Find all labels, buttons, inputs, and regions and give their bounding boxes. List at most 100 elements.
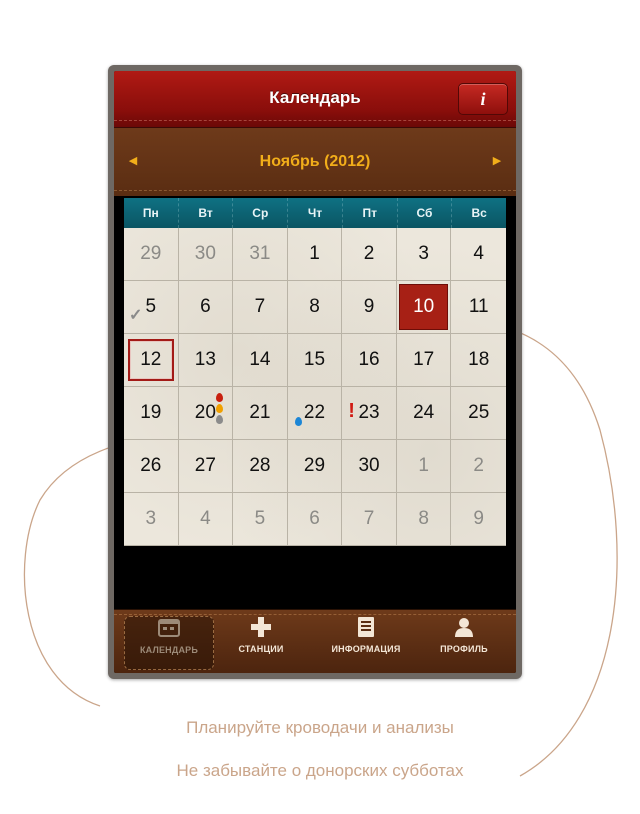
- day-number: 8: [309, 296, 320, 317]
- weekday-label: Сб: [398, 198, 453, 228]
- day-number: 16: [358, 349, 380, 370]
- day-cell[interactable]: 1: [287, 228, 343, 281]
- day-number: 1: [309, 243, 320, 264]
- day-number: 26: [140, 455, 162, 476]
- day-cell[interactable]: 20: [178, 387, 234, 440]
- day-number: 15: [303, 349, 326, 370]
- weekday-label: Чт: [288, 198, 343, 228]
- day-cell[interactable]: 14: [233, 334, 288, 387]
- day-cell[interactable]: 24: [396, 387, 452, 440]
- day-cell[interactable]: 4: [451, 228, 506, 281]
- day-number: 11: [468, 296, 489, 317]
- caption-line-1: Планируйте кроводачи и анализы: [186, 718, 454, 737]
- tab-label: ПРОФИЛЬ: [440, 644, 488, 654]
- day-cell[interactable]: 16: [342, 334, 397, 387]
- selected-day-cell[interactable]: 10: [396, 281, 452, 334]
- month-navigator: ◀ Ноябрь (2012) ▶: [114, 128, 516, 196]
- tab-information[interactable]: ИНФОРМАЦИЯ: [320, 616, 412, 668]
- weekday-header: Пн Вт Ср Чт Пт Сб Вс: [124, 198, 506, 228]
- day-number: 30: [194, 243, 216, 264]
- day-number: 20: [194, 402, 216, 423]
- day-number: 18: [468, 349, 490, 370]
- day-cell[interactable]: 9: [342, 281, 397, 334]
- day-number: 22: [303, 402, 326, 423]
- day-cell[interactable]: 7: [342, 493, 397, 546]
- day-number: 29: [140, 243, 162, 264]
- day-number: 6: [309, 508, 320, 529]
- red-drop-icon: [215, 393, 223, 402]
- day-cell[interactable]: 27: [178, 440, 234, 493]
- weekday-label: Вт: [179, 198, 234, 228]
- day-cell[interactable]: 17: [396, 334, 452, 387]
- day-cell[interactable]: 30: [178, 228, 234, 281]
- day-number: 10: [413, 296, 435, 317]
- weekday-label: Пн: [124, 198, 179, 228]
- day-cell[interactable]: 4: [178, 493, 234, 546]
- day-cell[interactable]: 2: [451, 440, 506, 493]
- day-number: 7: [254, 296, 266, 317]
- phone-frame: Календарь i ◀ Ноябрь (2012) ▶ Пн Вт Ср Ч…: [108, 65, 522, 679]
- day-cell[interactable]: 5 ✓: [124, 281, 179, 334]
- day-cell[interactable]: 9: [451, 493, 506, 546]
- day-number: 2: [473, 455, 484, 476]
- orange-drop-icon: [215, 404, 223, 413]
- day-cell[interactable]: 7: [233, 281, 288, 334]
- today-cell[interactable]: 12: [124, 334, 179, 387]
- day-cell[interactable]: 2: [342, 228, 397, 281]
- day-number: 29: [303, 455, 326, 476]
- day-cell[interactable]: 28: [233, 440, 288, 493]
- day-cell[interactable]: 18: [451, 334, 506, 387]
- day-number: 6: [200, 296, 211, 317]
- info-button[interactable]: i: [458, 83, 508, 115]
- day-cell[interactable]: 13: [178, 334, 234, 387]
- day-number: 7: [363, 508, 375, 529]
- nav-header: Календарь i: [114, 71, 516, 128]
- day-number: 30: [358, 455, 380, 476]
- day-number: 27: [194, 455, 216, 476]
- day-cell[interactable]: 29: [124, 228, 179, 281]
- day-number: 9: [473, 508, 484, 529]
- day-cell[interactable]: 26: [124, 440, 179, 493]
- day-cell[interactable]: 23!: [342, 387, 397, 440]
- day-number: 2: [363, 243, 375, 264]
- day-cell[interactable]: 19: [124, 387, 179, 440]
- day-cell[interactable]: 31: [233, 228, 288, 281]
- day-cell[interactable]: 30: [342, 440, 397, 493]
- day-cell[interactable]: 1: [396, 440, 452, 493]
- tab-label: ИНФОРМАЦИЯ: [331, 644, 401, 654]
- calendar-grid: 29 30 31 1 2 3 4 5 ✓ 6 7 8 9 10 11 12 13 14 15 16 17 18 19 20 21…: [124, 228, 506, 546]
- day-cell[interactable]: 3: [396, 228, 452, 281]
- day-number: 23: [358, 402, 380, 423]
- plus-icon: [226, 616, 296, 644]
- next-month-button[interactable]: ▶: [487, 151, 507, 171]
- day-cell[interactable]: 8: [287, 281, 343, 334]
- day-cell[interactable]: 11: [451, 281, 506, 334]
- day-number: 31: [249, 243, 271, 264]
- day-cell[interactable]: 6: [287, 493, 343, 546]
- day-number: 3: [145, 508, 157, 529]
- day-cell[interactable]: 3: [124, 493, 179, 546]
- day-cell[interactable]: 21: [233, 387, 288, 440]
- day-number: 21: [249, 402, 271, 423]
- day-number: 4: [200, 508, 211, 529]
- gray-drop-icon: [215, 415, 223, 424]
- day-cell[interactable]: 15: [287, 334, 343, 387]
- day-cell[interactable]: 25: [451, 387, 506, 440]
- day-cell[interactable]: 5: [233, 493, 288, 546]
- day-cell[interactable]: 6: [178, 281, 234, 334]
- day-number: 28: [249, 455, 271, 476]
- day-number: 12: [140, 349, 162, 370]
- alert-icon: !: [348, 400, 355, 422]
- tab-stations[interactable]: СТАНЦИИ: [226, 616, 296, 668]
- day-cell[interactable]: 29: [287, 440, 343, 493]
- day-cell[interactable]: 22: [287, 387, 343, 440]
- weekday-label: Вс: [471, 206, 487, 220]
- day-number: 1: [418, 455, 429, 476]
- day-number: 5: [254, 508, 266, 529]
- tab-calendar[interactable]: КАЛЕНДАРЬ: [124, 616, 214, 670]
- day-cell[interactable]: 8: [396, 493, 452, 546]
- calendar-icon: [125, 617, 213, 645]
- tab-profile[interactable]: ПРОФИЛЬ: [430, 616, 498, 668]
- day-number: 13: [194, 349, 216, 370]
- person-icon: [430, 616, 498, 644]
